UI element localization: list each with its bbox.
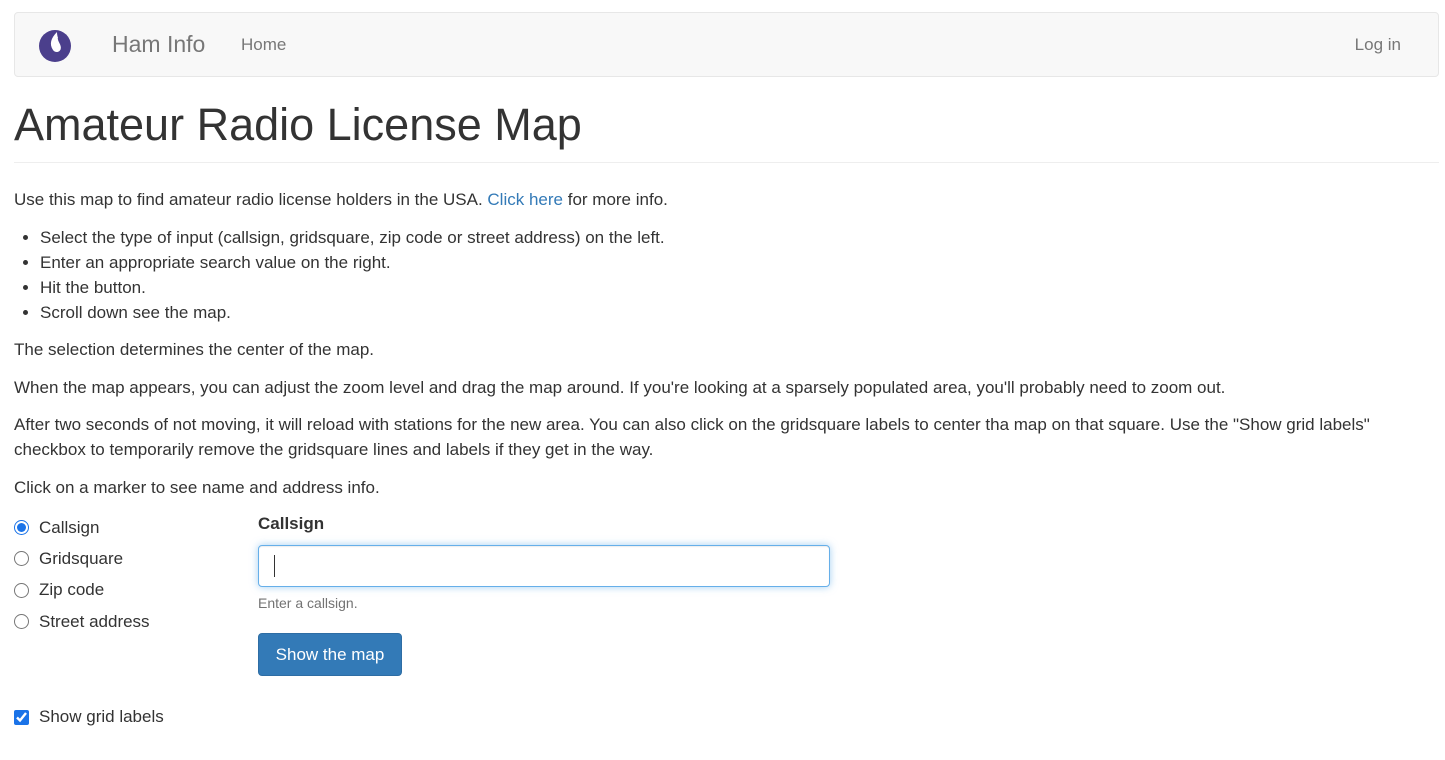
- help-text: Enter a callsign.: [258, 595, 358, 611]
- grid-labels-label: Show grid labels: [39, 707, 164, 726]
- radio-option-zip-code[interactable]: Zip code: [14, 575, 150, 606]
- list-item: Hit the button.: [40, 275, 665, 300]
- list-item: Select the type of input (callsign, grid…: [40, 225, 665, 250]
- nav-home-link[interactable]: Home: [241, 35, 286, 55]
- more-info-link[interactable]: Click here: [487, 190, 563, 209]
- page-title: Amateur Radio License Map: [14, 99, 582, 150]
- radio-label: Street address: [39, 611, 150, 631]
- top-navbar: Ham Info Home Log in: [14, 12, 1439, 77]
- text-caret: [274, 555, 275, 577]
- drop-logo-icon[interactable]: [37, 26, 73, 62]
- instructions-list: Select the type of input (callsign, grid…: [14, 225, 665, 325]
- list-item: Scroll down see the map.: [40, 300, 665, 325]
- callsign-input[interactable]: [258, 545, 830, 587]
- radio-option-gridsquare[interactable]: Gridsquare: [14, 543, 150, 574]
- input-type-radio-group: Callsign Gridsquare Zip code Street addr…: [14, 512, 150, 637]
- marker-note: Click on a marker to see name and addres…: [14, 478, 380, 497]
- zoom-note: When the map appears, you can adjust the…: [14, 378, 1226, 397]
- login-link[interactable]: Log in: [1355, 35, 1401, 55]
- intro-paragraph: Use this map to find amateur radio licen…: [14, 187, 668, 212]
- title-divider: [14, 162, 1439, 163]
- brand-link[interactable]: Ham Info: [112, 31, 205, 58]
- intro-prefix: Use this map to find amateur radio licen…: [14, 190, 488, 209]
- reload-note: After two seconds of not moving, it will…: [14, 415, 1370, 459]
- grid-labels-toggle[interactable]: Show grid labels: [14, 707, 164, 727]
- selection-note: The selection determines the center of t…: [14, 340, 375, 359]
- zip-code-radio[interactable]: [14, 582, 29, 598]
- street-address-radio[interactable]: [14, 614, 29, 630]
- radio-label: Gridsquare: [39, 548, 124, 568]
- list-item: Enter an appropriate search value on the…: [40, 250, 665, 275]
- radio-label: Callsign: [39, 517, 100, 537]
- callsign-radio[interactable]: [14, 520, 29, 536]
- radio-option-street-address[interactable]: Street address: [14, 606, 150, 637]
- show-map-button[interactable]: Show the map: [258, 633, 402, 676]
- radio-option-callsign[interactable]: Callsign: [14, 512, 150, 543]
- search-field-label: Callsign: [258, 514, 325, 533]
- intro-suffix: for more info.: [563, 190, 668, 209]
- grid-labels-checkbox[interactable]: [14, 709, 29, 725]
- radio-label: Zip code: [39, 580, 105, 600]
- gridsquare-radio[interactable]: [14, 551, 29, 567]
